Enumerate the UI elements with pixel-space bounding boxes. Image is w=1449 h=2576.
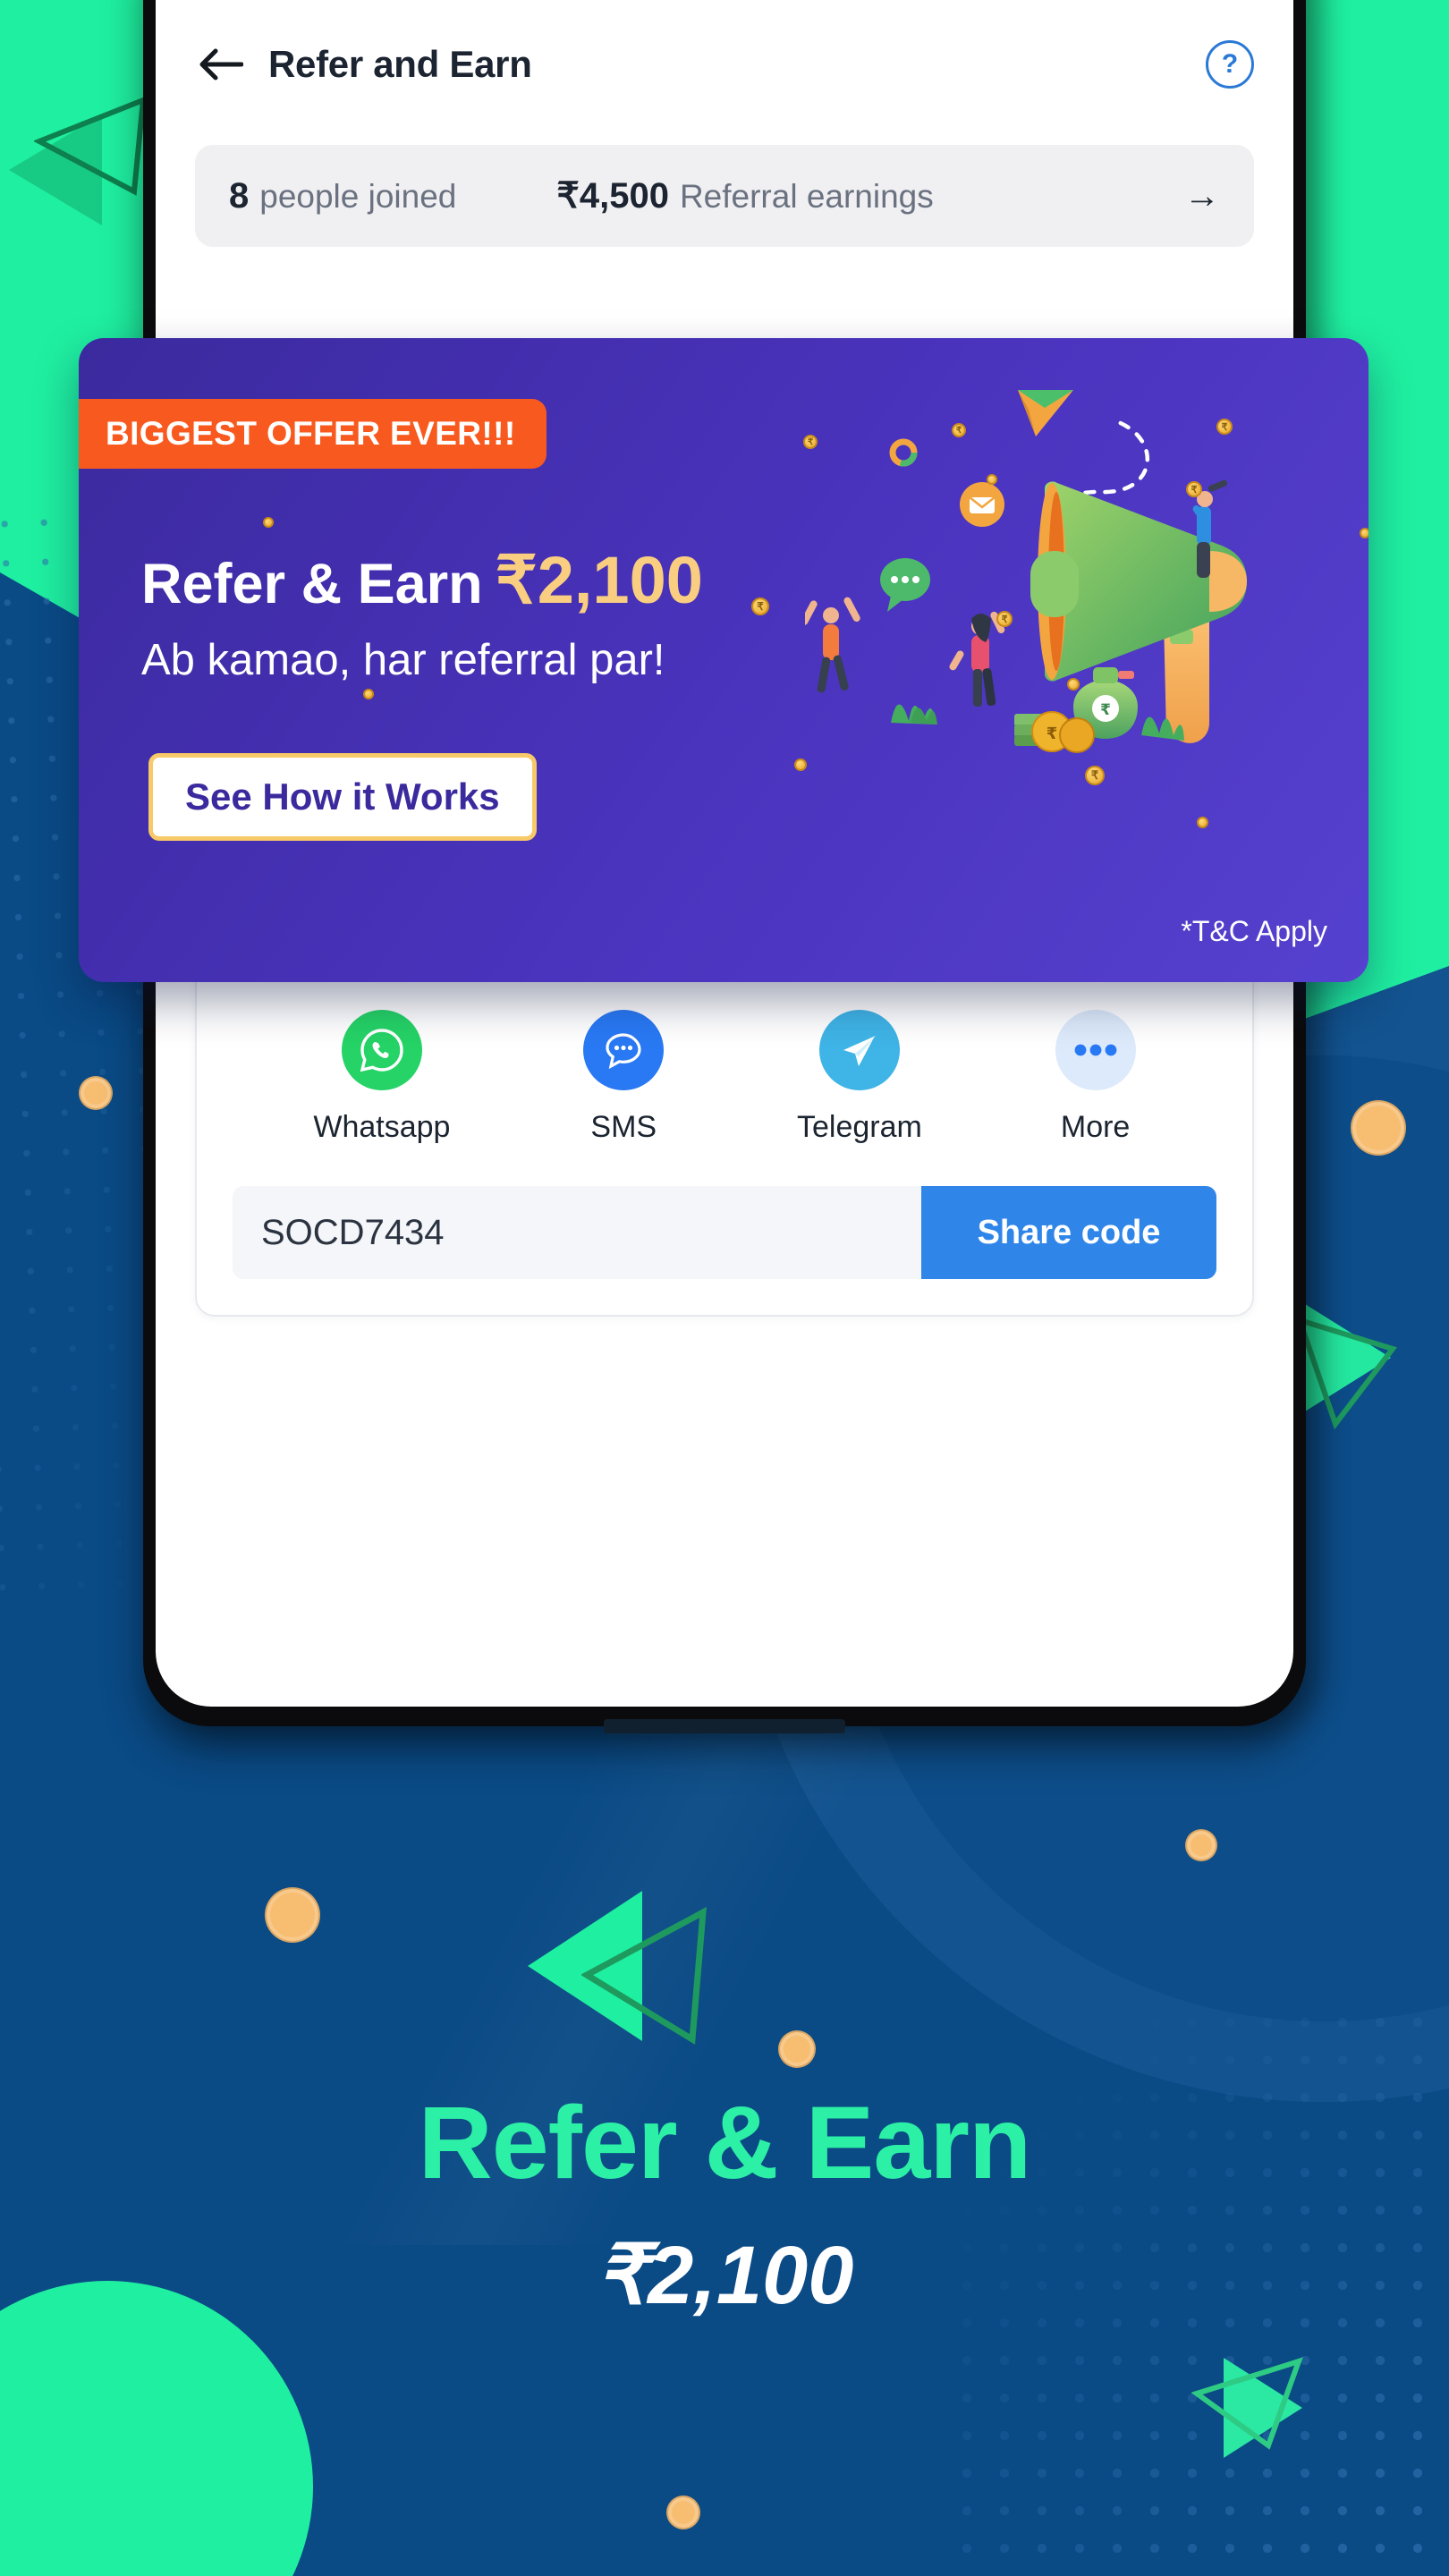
share-code-button[interactable]: Share code bbox=[921, 1186, 1216, 1279]
whatsapp-icon bbox=[341, 1010, 422, 1090]
stats-arrow-icon[interactable]: → bbox=[1184, 178, 1220, 214]
decorative-coin bbox=[1360, 528, 1368, 538]
decorative-coin bbox=[363, 689, 374, 699]
triangle-outline bbox=[1182, 2345, 1308, 2462]
joined-label: people joined bbox=[259, 177, 457, 215]
referral-code-input[interactable]: SOCD7434 bbox=[233, 1186, 921, 1279]
svg-text:₹: ₹ bbox=[1046, 724, 1058, 743]
hero-section: Refer & Earn ₹2,100 bbox=[0, 2084, 1449, 2323]
triangle-outline bbox=[34, 95, 150, 202]
share-option-label: Telegram bbox=[797, 1110, 922, 1144]
decorative-coin bbox=[794, 758, 807, 771]
decorative-triangle-center bbox=[528, 1869, 733, 2066]
decorative-coin: ₹ bbox=[952, 423, 966, 437]
triangle-outline bbox=[581, 1905, 716, 2048]
page-title: Refer and Earn bbox=[268, 43, 532, 85]
stat-joined: 8 people joined bbox=[229, 176, 456, 216]
offer-headline: Refer & Earn ₹2,100 bbox=[141, 542, 703, 619]
offer-amount: ₹2,100 bbox=[495, 543, 703, 617]
decorative-coin bbox=[666, 2496, 700, 2529]
decorative-coin bbox=[1197, 817, 1208, 828]
decorative-triangle-bottom-right bbox=[1191, 2343, 1368, 2496]
background-green-circle-bottom-left bbox=[0, 2281, 313, 2576]
app-header: Refer and Earn ? bbox=[156, 11, 1293, 118]
decorative-triangle-right bbox=[1295, 1288, 1449, 1431]
share-options-row: Whatsapp SMS Telegram More bbox=[233, 1010, 1216, 1145]
decorative-coin bbox=[778, 2030, 816, 2068]
offer-banner-card[interactable]: ₹ ₹ ₹ ₹ ₹ ₹ ₹ ₹ ₹ BIGGEST OFFER EVER!!! … bbox=[79, 338, 1368, 982]
referral-stats-pill[interactable]: 8 people joined ₹4,500 Referral earnings… bbox=[195, 145, 1254, 247]
joined-count: 8 bbox=[229, 175, 250, 216]
share-option-label: SMS bbox=[590, 1110, 657, 1144]
help-question-icon[interactable]: ? bbox=[1206, 40, 1254, 89]
hero-amount: ₹2,100 bbox=[595, 2230, 854, 2321]
decorative-coin: ₹ bbox=[803, 435, 818, 449]
offer-subtitle: Ab kamao, har referral par! bbox=[141, 636, 665, 684]
sms-chat-icon bbox=[583, 1010, 665, 1090]
decorative-coin: ₹ bbox=[1216, 419, 1233, 435]
decorative-coin: ₹ bbox=[1085, 766, 1105, 785]
phone-bottom-notch bbox=[604, 1719, 845, 1733]
decorative-coin bbox=[263, 517, 274, 528]
decorative-coin bbox=[1067, 678, 1080, 691]
ellipsis-more-icon bbox=[1055, 1010, 1136, 1090]
decorative-coin: ₹ bbox=[1186, 481, 1202, 497]
offer-badge: BIGGEST OFFER EVER!!! bbox=[79, 399, 547, 469]
earnings-amount: ₹4,500 bbox=[556, 176, 669, 216]
share-option-sms[interactable]: SMS bbox=[583, 1010, 665, 1145]
share-option-whatsapp[interactable]: Whatsapp bbox=[313, 1010, 450, 1145]
decorative-coin bbox=[265, 1887, 320, 1943]
share-option-more[interactable]: More bbox=[1055, 1010, 1136, 1145]
decorative-coin bbox=[79, 1076, 113, 1110]
stat-earnings: ₹4,500 Referral earnings bbox=[556, 175, 933, 216]
decorative-coin bbox=[1185, 1829, 1217, 1861]
offer-headline-text: Refer & Earn bbox=[141, 553, 483, 615]
telegram-paper-plane-icon bbox=[818, 1010, 900, 1090]
decorative-coin: ₹ bbox=[996, 611, 1013, 627]
referral-code-row: SOCD7434 Share code bbox=[233, 1186, 1216, 1279]
hero-title: Refer & Earn bbox=[418, 2086, 1032, 2200]
megaphone-illustration: ₹ ₹ bbox=[801, 338, 1368, 982]
share-option-telegram[interactable]: Telegram bbox=[797, 1010, 922, 1145]
see-how-it-works-button[interactable]: See How it Works bbox=[148, 753, 537, 841]
decorative-coin bbox=[1351, 1100, 1406, 1156]
decorative-coin bbox=[987, 474, 997, 485]
svg-text:₹: ₹ bbox=[1100, 701, 1111, 719]
earnings-label: Referral earnings bbox=[679, 178, 934, 215]
share-option-label: Whatsapp bbox=[313, 1110, 451, 1144]
back-arrow-icon[interactable] bbox=[195, 38, 247, 90]
decorative-coin: ₹ bbox=[751, 597, 769, 615]
triangle-outline bbox=[1292, 1315, 1400, 1431]
share-option-label: More bbox=[1060, 1110, 1131, 1144]
offer-tnc-note: *T&C Apply bbox=[1181, 915, 1327, 947]
